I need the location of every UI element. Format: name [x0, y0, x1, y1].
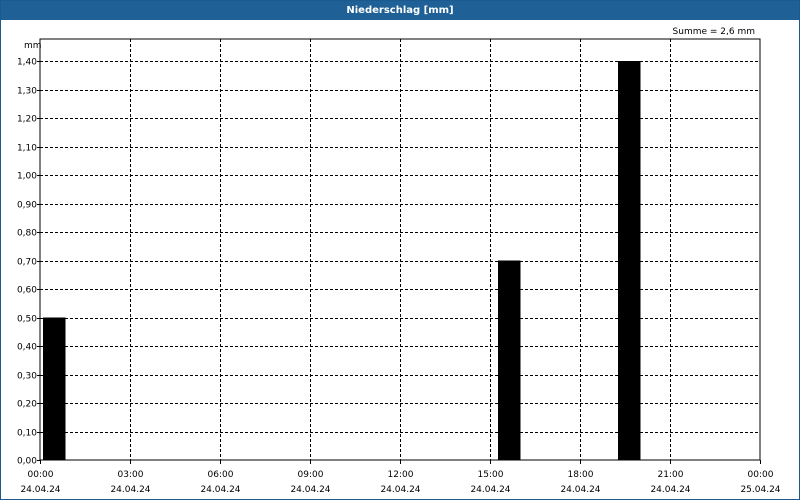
x-tick-label-time: 18:00 [568, 470, 594, 480]
x-tick-label-time: 03:00 [118, 470, 144, 480]
x-tick-label-time: 00:00 [28, 470, 54, 480]
y-tick-label: 0,40 [17, 343, 37, 353]
precipitation-bar [43, 317, 66, 460]
y-tick-label: 0,20 [17, 400, 37, 410]
x-tick-label-time: 12:00 [388, 470, 414, 480]
precipitation-bar [498, 260, 521, 460]
y-tick-label: 0,10 [17, 429, 37, 439]
y-tick-label: 0,80 [17, 229, 37, 239]
x-tick-label-date: 24.04.24 [380, 485, 420, 495]
x-tick-label-time: 21:00 [658, 470, 684, 480]
y-tick-label: 0,00 [17, 457, 37, 467]
y-tick-label: 1,10 [17, 144, 37, 154]
x-tick-label-date: 24.04.24 [470, 485, 510, 495]
y-tick-label: 1,20 [17, 115, 37, 125]
x-tick-label-date: 24.04.24 [560, 485, 600, 495]
x-tick-label-date: 25.04.24 [740, 485, 780, 495]
y-tick-label: 0,90 [17, 201, 37, 211]
y-tick-label: 1,40 [17, 58, 37, 68]
y-tick-label: 1,30 [17, 87, 37, 97]
precipitation-bar [618, 61, 641, 460]
sum-label: Summe = 2,6 mm [673, 27, 755, 37]
y-tick-label: 0,70 [17, 258, 37, 268]
x-tick-label-time: 15:00 [478, 470, 504, 480]
x-tick-label-time: 06:00 [208, 470, 234, 480]
y-tick-label: 0,60 [17, 286, 37, 296]
y-tick-label: 1,00 [17, 172, 37, 182]
x-tick-label-date: 24.04.24 [20, 485, 60, 495]
x-tick-label-time: 09:00 [298, 470, 324, 480]
y-tick-label: 0,50 [17, 315, 37, 325]
x-tick-label-date: 24.04.24 [110, 485, 150, 495]
y-tick-label: 0,30 [17, 372, 37, 382]
x-tick-label-date: 24.04.24 [650, 485, 690, 495]
precipitation-chart: Summe = 2,6 mm mm 0,00 0,10 0,20 0,30 0,40 0,… [17, 27, 781, 495]
y-axis-unit: mm [24, 41, 42, 51]
x-tick-label-date: 24.04.24 [200, 485, 240, 495]
x-tick-label-date: 24.04.24 [290, 485, 330, 495]
x-tick-label-time: 00:00 [748, 470, 774, 480]
